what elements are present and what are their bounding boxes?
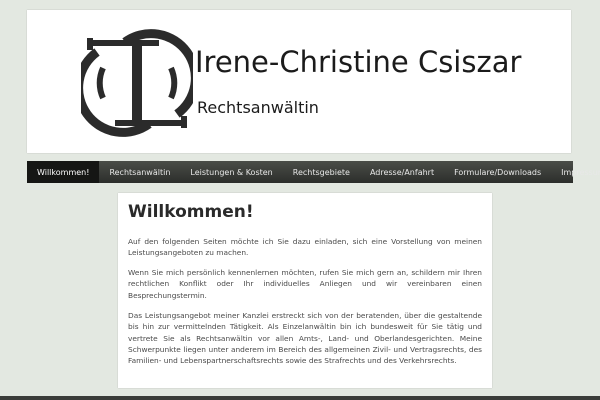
main-navigation: Willkommen! Rechtsanwältin Leistungen & … [27,161,600,183]
nav-item-rechtsanwaeltin[interactable]: Rechtsanwältin [99,161,180,183]
ic-monogram-logo[interactable] [81,28,193,138]
intro-paragraph: Auf den folgenden Seiten möchte ich Sie … [128,236,482,258]
nav-item-rechtsgebiete[interactable]: Rechtsgebiete [283,161,360,183]
page-title: Willkommen! [128,202,254,222]
footer-bar [0,396,600,400]
nav-item-formulare-downloads[interactable]: Formulare/Downloads [444,161,551,183]
nav-item-leistungen-kosten[interactable]: Leistungen & Kosten [180,161,282,183]
site-subtitle: Rechtsanwältin [197,98,319,117]
nav-item-adresse-anfahrt[interactable]: Adresse/Anfahrt [360,161,444,183]
nav-item-impressum[interactable]: Impressum [551,161,600,183]
services-paragraph: Das Leistungsangebot meiner Kanzlei erst… [128,310,482,366]
site-header: Irene-Christine Csiszar Rechtsanwältin [27,10,571,153]
nav-item-willkommen[interactable]: Willkommen! [27,161,100,183]
site-title[interactable]: Irene-Christine Csiszar [195,48,521,77]
contact-paragraph: Wenn Sie mich persönlich kennenlernen mö… [128,268,482,300]
main-content: Willkommen! Auf den folgenden Seiten möc… [118,193,492,388]
